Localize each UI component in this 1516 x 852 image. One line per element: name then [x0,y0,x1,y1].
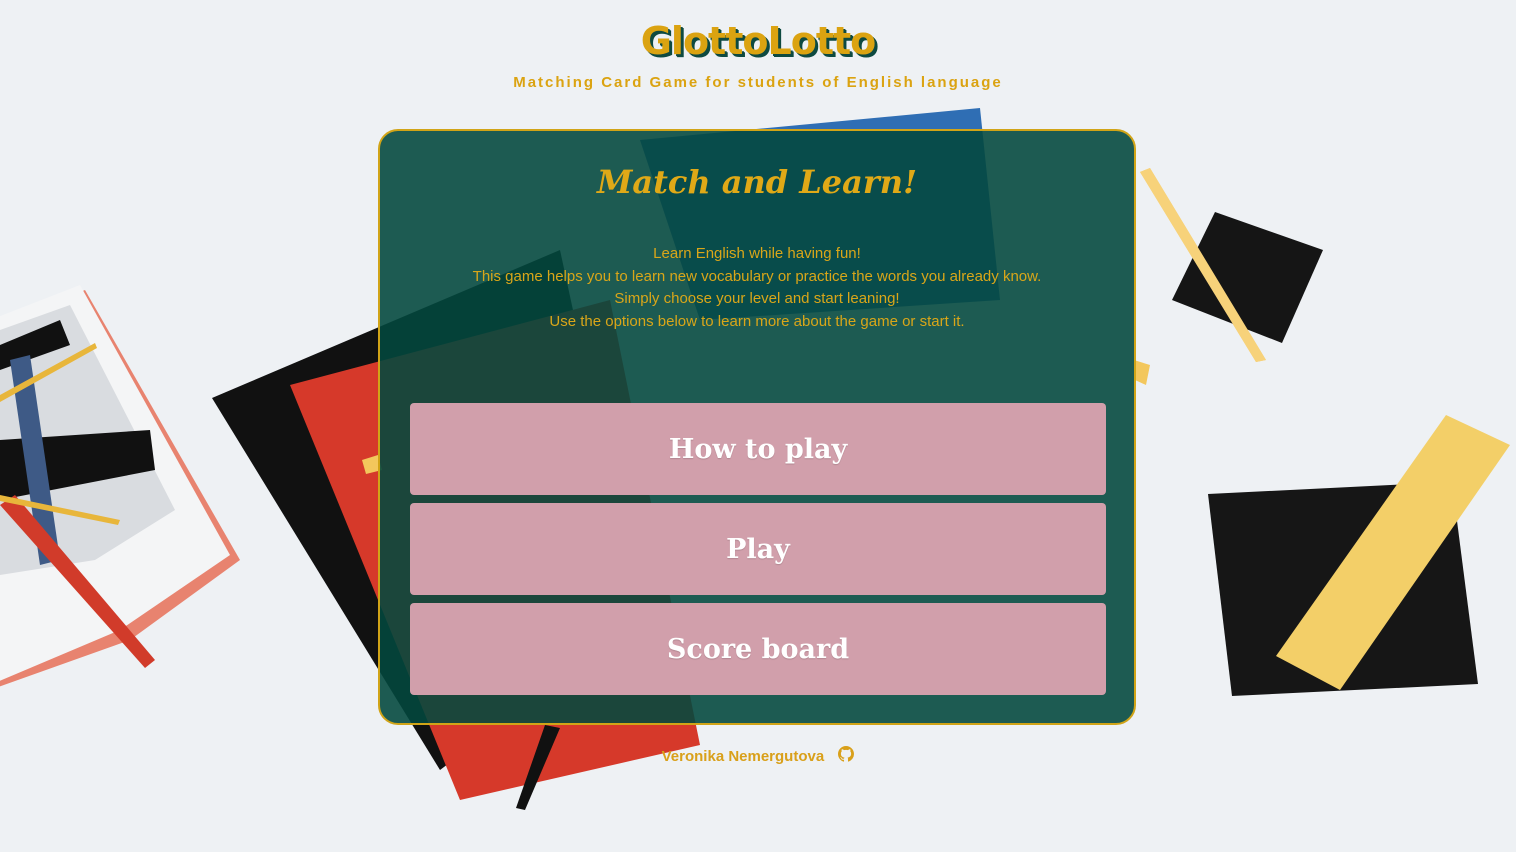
main-card: Match and Learn! Learn English while hav… [378,129,1136,725]
site-footer: Veronika Nemergutova [0,745,1516,766]
author-link[interactable]: Veronika Nemergutova [662,748,825,765]
card-heading: Match and Learn! [596,163,918,201]
intro-line: Learn English while having fun! [653,245,861,262]
how-to-play-button[interactable]: How to play [410,403,1106,495]
site-title: GlottoLotto [640,19,877,63]
menu-buttons: How to play Play Score board [410,403,1106,703]
intro-line: Use the options below to learn more abou… [549,313,965,331]
intro-line: This game helps you to learn new vocabul… [472,267,1042,285]
score-board-button[interactable]: Score board [410,603,1106,695]
play-button[interactable]: Play [410,503,1106,595]
intro-text: Learn English while having fun! This gam… [380,243,1134,334]
github-icon[interactable] [838,745,855,766]
site-header: GlottoLotto Matching Card Game for stude… [0,0,1516,91]
intro-line: Simply choose your level and start leani… [614,290,900,308]
site-tagline: Matching Card Game for students of Engli… [513,74,1003,91]
